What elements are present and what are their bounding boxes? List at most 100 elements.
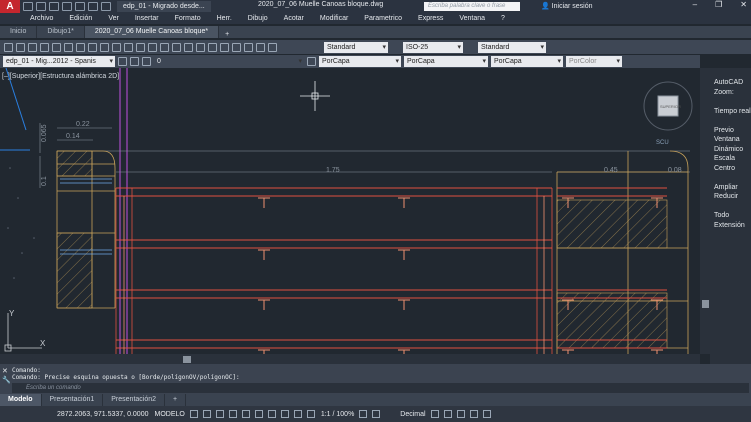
plotstyle-select[interactable]: PorColor [566, 56, 622, 67]
calculator-icon[interactable] [256, 42, 265, 52]
command-input[interactable]: Escriba un comando [12, 383, 749, 393]
add-layout-icon[interactable]: + [165, 394, 187, 406]
zoom-option[interactable]: Zoom: [714, 89, 734, 96]
otrack-icon[interactable] [254, 410, 263, 418]
coordinates-readout[interactable]: 2872.2063, 971.5337, 0.0000 [57, 411, 148, 418]
maximize-icon[interactable]: ❐ [715, 0, 722, 9]
lightbulb-icon[interactable] [130, 57, 139, 66]
transparency-icon[interactable] [280, 410, 289, 418]
save-icon[interactable] [49, 2, 59, 11]
tool-palettes-icon[interactable] [220, 42, 229, 52]
linetype-select[interactable]: PorCapa [404, 56, 488, 67]
menu-item[interactable]: Formato [175, 15, 201, 22]
cut-icon[interactable] [76, 42, 85, 52]
quick-properties-icon[interactable] [430, 410, 439, 418]
layout-tab[interactable]: Presentación2 [103, 394, 166, 406]
lineweight-icon[interactable] [267, 410, 276, 418]
zoom-option[interactable]: Extensión [714, 222, 745, 229]
horizontal-scrollbar[interactable] [0, 354, 700, 364]
print-icon[interactable] [40, 42, 49, 52]
annotation-icon[interactable] [306, 410, 315, 418]
lineweight-select[interactable]: PorCapa [491, 56, 563, 67]
document-tab[interactable]: Inicio [0, 26, 38, 38]
properties-icon[interactable] [196, 42, 205, 52]
layer-properties-icon[interactable] [118, 57, 127, 66]
color-select[interactable]: PorCapa [319, 56, 401, 67]
wrench-icon[interactable]: 🔧 [2, 376, 11, 384]
polar-icon[interactable] [228, 410, 237, 418]
workspace-select[interactable]: edp_01 - Mig...2012 - Spanis [3, 56, 115, 67]
close-icon[interactable]: ✕ [740, 0, 747, 9]
pan-icon[interactable] [148, 42, 157, 52]
zoom-previous-icon[interactable] [184, 42, 193, 52]
dim-style-select[interactable]: ISO-25 [403, 41, 463, 53]
login-button[interactable]: 👤 Iniciar sesión [541, 2, 593, 10]
viewcube-face[interactable]: SUPERIOR [660, 104, 681, 109]
menu-item[interactable]: Edición [69, 15, 92, 22]
layer-select[interactable]: 0 [154, 56, 304, 67]
open-icon[interactable] [36, 2, 46, 11]
model-space-toggle[interactable]: MODELO [154, 411, 184, 418]
zoom-option[interactable]: Dinámico [714, 146, 743, 153]
menu-item[interactable]: Acotar [284, 15, 304, 22]
menu-item[interactable]: Ver [108, 15, 119, 22]
osnap-icon[interactable] [241, 410, 250, 418]
sun-icon[interactable] [142, 57, 151, 66]
close-icon[interactable]: ✕ [2, 367, 8, 375]
drawing-canvas[interactable]: [–][Superior][Estructura alámbrica 2D] 0… [0, 68, 710, 364]
search-input[interactable]: Escriba palabra clave o frase [424, 2, 520, 11]
plus-icon[interactable] [372, 410, 381, 418]
help-icon[interactable] [268, 42, 277, 52]
menu-item[interactable]: Dibujo [248, 15, 268, 22]
new-tab-icon[interactable]: + [219, 31, 235, 38]
zoom-option[interactable]: Centro [714, 165, 735, 172]
redo-icon[interactable] [136, 42, 145, 52]
zoom-option[interactable]: Tiempo real [714, 108, 751, 115]
sheet-set-icon[interactable] [232, 42, 241, 52]
zoom-icon[interactable] [160, 42, 169, 52]
open-icon[interactable] [16, 42, 25, 52]
zoom-option[interactable]: Ventana [714, 136, 740, 143]
menu-item[interactable]: Modificar [320, 15, 348, 22]
make-current-icon[interactable] [307, 57, 316, 66]
undo-icon[interactable] [88, 2, 98, 11]
viewcube[interactable]: SUPERIOR SCU [643, 81, 693, 146]
match-properties-icon[interactable] [112, 42, 121, 52]
minimize-icon[interactable]: – [693, 0, 697, 9]
vertical-scrollbar[interactable] [700, 68, 710, 354]
markup-icon[interactable] [244, 42, 253, 52]
zoom-option[interactable]: Escala [714, 155, 735, 162]
zoom-option[interactable]: Previo [714, 127, 734, 134]
clean-screen-icon[interactable] [469, 410, 478, 418]
layout-tab[interactable]: Presentación1 [42, 394, 104, 406]
zoom-option[interactable]: Reducir [714, 193, 738, 200]
design-center-icon[interactable] [208, 42, 217, 52]
saveas-icon[interactable] [62, 2, 72, 11]
new-icon[interactable] [4, 42, 13, 52]
paste-icon[interactable] [100, 42, 109, 52]
layout-tab[interactable]: Modelo [0, 394, 42, 406]
menu-item[interactable]: Parametrico [364, 15, 402, 22]
grid-icon[interactable] [189, 410, 198, 418]
menu-item[interactable]: Insertar [135, 15, 159, 22]
isolate-icon[interactable] [443, 410, 452, 418]
menu-item[interactable]: Ventana [459, 15, 485, 22]
selection-cycling-icon[interactable] [293, 410, 302, 418]
annotation-scale[interactable]: 1:1 / 100% [321, 411, 354, 418]
snap-icon[interactable] [202, 410, 211, 418]
zoom-option[interactable]: Todo [714, 212, 729, 219]
new-icon[interactable] [23, 2, 33, 11]
document-tab[interactable]: Dibujo1* [37, 26, 85, 38]
gear-icon[interactable] [359, 410, 368, 418]
print-icon[interactable] [75, 2, 85, 11]
menu-item[interactable]: ? [501, 15, 505, 22]
text-style-select[interactable]: Standard [324, 41, 388, 53]
publish-icon[interactable] [64, 42, 73, 52]
units-select[interactable]: Decimal [400, 411, 425, 418]
undo-icon[interactable] [124, 42, 133, 52]
ucs-menu[interactable]: SCU [656, 140, 669, 146]
copy-icon[interactable] [88, 42, 97, 52]
title-file-tab[interactable]: edp_01 - Migrado desde... [117, 1, 211, 12]
save-icon[interactable] [28, 42, 37, 52]
application-menu-button[interactable]: A [0, 0, 20, 13]
